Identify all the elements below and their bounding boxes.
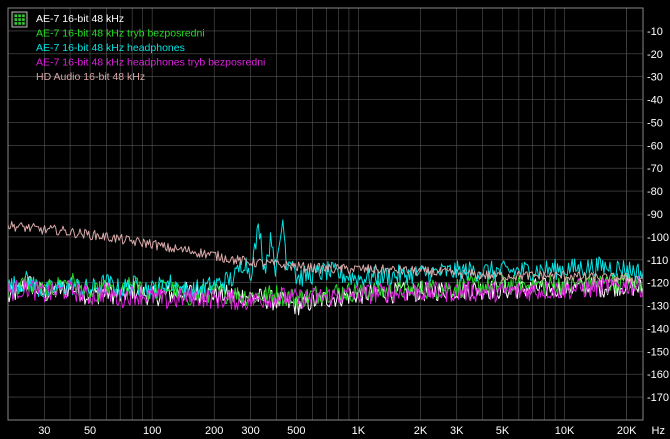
x-tick-label: 10K bbox=[555, 425, 575, 437]
y-tick-label: -150 bbox=[647, 346, 669, 358]
x-tick-label: 50 bbox=[84, 425, 96, 437]
chart-legend: AE-7 16-bit 48 kHz AE-7 16-bit 48 kHz try… bbox=[11, 11, 265, 83]
chart-grid bbox=[7, 8, 643, 420]
y-tick-label: -80 bbox=[647, 186, 663, 198]
spectrum-chart: AE-7 16-bit 48 kHz AE-7 16-bit 48 kHz try… bbox=[7, 7, 669, 437]
legend-icon-cell bbox=[14, 18, 18, 21]
x-tick-label: 5K bbox=[496, 425, 510, 437]
y-tick-label: -90 bbox=[647, 209, 663, 221]
x-unit-label: Hz bbox=[652, 425, 665, 437]
y-tick-label: -120 bbox=[647, 278, 669, 290]
y-tick-label: -40 bbox=[647, 95, 663, 107]
y-tick-label: -20 bbox=[647, 49, 663, 61]
y-tick-label: -100 bbox=[647, 232, 669, 244]
y-tick-label: -110 bbox=[647, 255, 668, 267]
y-tick-label: -60 bbox=[647, 140, 663, 152]
y-tick-label: -50 bbox=[647, 117, 663, 129]
legend-entry: AE-7 16-bit 48 kHz headphones tryb bezpo… bbox=[36, 57, 265, 69]
x-tick-label: 500 bbox=[287, 425, 305, 437]
y-tick-label: -170 bbox=[647, 392, 669, 404]
spectrum-analyzer-window: AE-7 16-bit 48 kHz AE-7 16-bit 48 kHz try… bbox=[0, 0, 670, 439]
y-tick-label: -140 bbox=[647, 323, 669, 335]
legend-entry: AE-7 16-bit 48 kHz headphones bbox=[36, 42, 185, 54]
x-tick-label: 30 bbox=[38, 425, 50, 437]
legend-icon-cell bbox=[18, 14, 21, 18]
y-tick-label: -10 bbox=[647, 26, 663, 38]
x-tick-label: 2K bbox=[414, 425, 428, 437]
legend-icon-cell bbox=[14, 14, 18, 18]
x-tick-label: 20K bbox=[617, 425, 637, 437]
chart-axes: -10 -20 -30 -40 -50 -60 -70 -80 -90 -100 -110 -120 -… bbox=[38, 26, 669, 437]
legend-icon-cell bbox=[22, 22, 25, 25]
y-tick-label: -30 bbox=[647, 72, 663, 84]
chart-series-group bbox=[7, 219, 644, 316]
legend-entry: AE-7 16-bit 48 kHz bbox=[36, 13, 124, 25]
legend-icon-cell bbox=[18, 18, 21, 21]
y-tick-label: -70 bbox=[647, 163, 663, 175]
legend-icon-cell bbox=[18, 22, 21, 25]
legend-icon-cell bbox=[22, 14, 25, 18]
x-tick-label: 3K bbox=[450, 425, 464, 437]
y-tick-label: -160 bbox=[647, 369, 669, 381]
x-tick-label: 100 bbox=[143, 425, 161, 437]
x-tick-label: 300 bbox=[241, 425, 259, 437]
legend-icon-cell bbox=[22, 18, 25, 21]
x-tick-label: 200 bbox=[205, 425, 223, 437]
legend-icon-cell bbox=[14, 22, 18, 25]
legend-entry: HD Audio 16-bit 48 kHz bbox=[36, 71, 145, 83]
legend-entry: AE-7 16-bit 48 kHz tryb bezposredni bbox=[36, 28, 205, 40]
y-tick-label: -130 bbox=[647, 301, 669, 313]
x-tick-label: 1K bbox=[352, 425, 366, 437]
